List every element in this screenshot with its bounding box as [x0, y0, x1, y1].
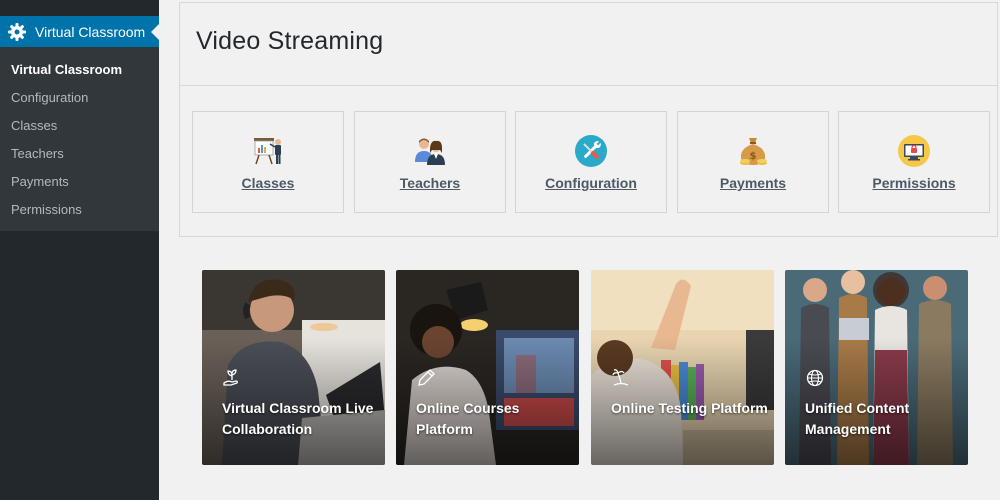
feature-label: Unified Content Management — [805, 400, 910, 437]
money-bag-icon: $ — [740, 138, 767, 165]
feature-label: Online Testing Platform — [611, 400, 768, 416]
page-title: Video Streaming — [196, 27, 384, 55]
configuration-card-label: Configuration — [545, 175, 637, 191]
hand-plant-icon — [223, 369, 238, 386]
feature-label: Online Courses Platform — [416, 400, 520, 437]
feature-tile-unified-content[interactable]: Unified Content Management — [785, 270, 968, 465]
presentation-icon — [254, 138, 281, 165]
feature-tile-online-courses[interactable]: Online Courses Platform — [396, 270, 579, 465]
admin-sidebar: Virtual Classroom Virtual Classroom Conf… — [0, 0, 159, 500]
globe-icon — [806, 369, 824, 387]
pen-icon — [418, 369, 435, 386]
payments-card-label: Payments — [719, 175, 787, 191]
feature-label: Virtual Classroom Live Collaboration — [222, 400, 374, 437]
permissions-icon — [898, 135, 930, 167]
title-panel: Video Streaming — [179, 2, 998, 86]
teachers-card-label: Teachers — [399, 175, 461, 191]
classes-card-link[interactable]: Classes — [192, 111, 344, 213]
teachers-icon — [415, 138, 445, 165]
sidebar-item-payments[interactable]: Payments — [0, 168, 159, 196]
tools-icon — [575, 135, 607, 167]
sidebar-item-teachers[interactable]: Teachers — [0, 140, 159, 168]
classes-card-label: Classes — [241, 175, 295, 191]
sidebar-item-virtual-classroom[interactable]: Virtual Classroom — [0, 56, 159, 84]
configuration-card-link[interactable]: Configuration — [515, 111, 667, 213]
permissions-card-link[interactable]: Permissions — [838, 111, 990, 213]
permissions-card-label: Permissions — [872, 175, 956, 191]
gear-icon — [8, 22, 26, 41]
sidebar-submenu: Virtual Classroom Configuration Classes … — [0, 47, 159, 231]
sidebar-item-permissions[interactable]: Permissions — [0, 196, 159, 224]
sidebar-item-classes[interactable]: Classes — [0, 112, 159, 140]
svg-text:$: $ — [750, 151, 757, 162]
sidebar-menu-virtual-classroom[interactable]: Virtual Classroom — [0, 16, 159, 47]
island-icon — [612, 369, 629, 386]
feature-tile-online-testing[interactable]: Online Testing Platform — [591, 270, 774, 465]
feature-tile-live-collaboration[interactable]: Virtual Classroom Live Collaboration — [202, 270, 385, 465]
teachers-card-link[interactable]: Teachers — [354, 111, 506, 213]
quick-links-panel: Classes Teachers Configuration $ Payment… — [179, 86, 998, 237]
sidebar-header-title: Virtual Classroom — [35, 23, 146, 40]
sidebar-item-configuration[interactable]: Configuration — [0, 84, 159, 112]
payments-card-link[interactable]: $ Payments — [677, 111, 829, 213]
